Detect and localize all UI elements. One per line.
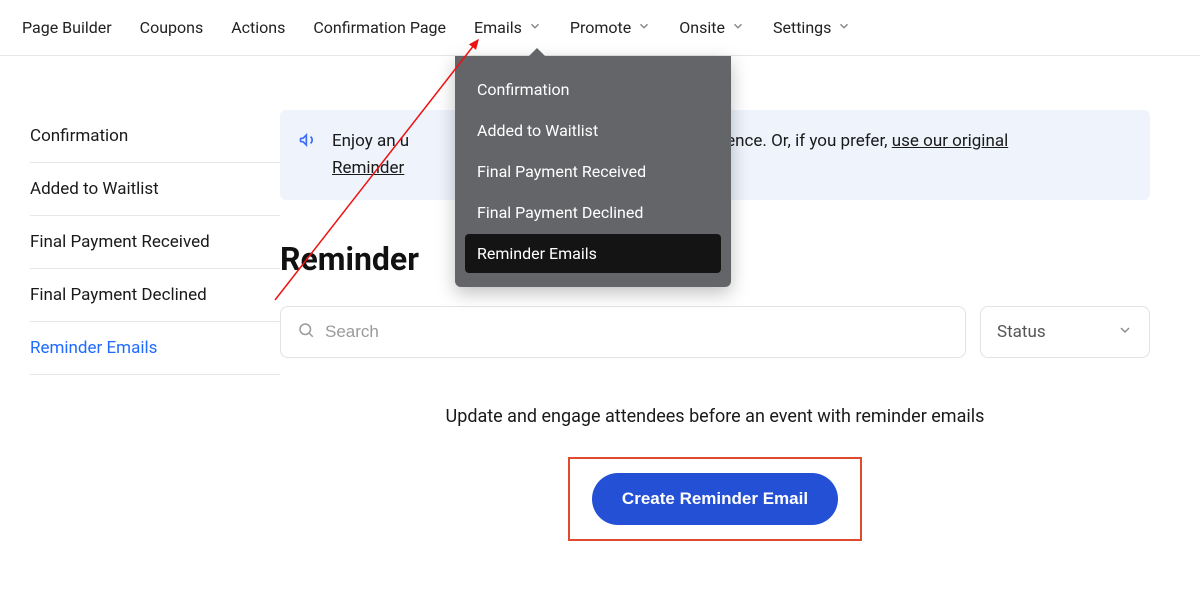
sidebar-item-final-payment-received[interactable]: Final Payment Received bbox=[30, 216, 280, 269]
sidebar-item-label: Reminder Emails bbox=[30, 338, 157, 358]
search-input[interactable] bbox=[325, 322, 949, 342]
chevron-down-icon bbox=[528, 18, 542, 37]
dropdown-item-label: Reminder Emails bbox=[477, 244, 597, 263]
top-nav: Page Builder Coupons Actions Confirmatio… bbox=[0, 0, 1200, 56]
banner-second-line[interactable]: Reminder bbox=[332, 158, 404, 178]
main-content: Enjoy an uxperience. Or, if you prefer, … bbox=[280, 110, 1200, 541]
create-reminder-email-button[interactable]: Create Reminder Email bbox=[592, 473, 838, 525]
nav-onsite[interactable]: Onsite bbox=[665, 0, 759, 56]
nav-settings[interactable]: Settings bbox=[759, 0, 865, 56]
sidebar-item-label: Final Payment Declined bbox=[30, 285, 207, 305]
nav-page-builder[interactable]: Page Builder bbox=[8, 0, 126, 56]
dropdown-item-label: Final Payment Received bbox=[477, 162, 646, 181]
nav-label: Page Builder bbox=[22, 18, 112, 37]
chevron-down-icon bbox=[1117, 322, 1133, 343]
sidebar-item-confirmation[interactable]: Confirmation bbox=[30, 110, 280, 163]
sidebar-item-label: Added to Waitlist bbox=[30, 179, 159, 199]
search-icon bbox=[297, 321, 315, 343]
sidebar-item-added-to-waitlist[interactable]: Added to Waitlist bbox=[30, 163, 280, 216]
dropdown-item-label: Final Payment Declined bbox=[477, 203, 643, 222]
empty-state: Update and engage attendees before an ev… bbox=[280, 406, 1150, 541]
nav-promote[interactable]: Promote bbox=[556, 0, 665, 56]
sidebar: Confirmation Added to Waitlist Final Pay… bbox=[0, 110, 280, 541]
emails-dropdown: Confirmation Added to Waitlist Final Pay… bbox=[455, 56, 731, 287]
chevron-down-icon bbox=[637, 18, 651, 37]
dropdown-item-final-payment-received[interactable]: Final Payment Received bbox=[465, 152, 721, 191]
cta-label: Create Reminder Email bbox=[622, 489, 808, 509]
banner-link[interactable]: use our original bbox=[892, 131, 1008, 151]
chevron-down-icon bbox=[837, 18, 851, 37]
dropdown-item-label: Added to Waitlist bbox=[477, 121, 598, 140]
toolbar: Status bbox=[280, 306, 1150, 358]
nav-label: Actions bbox=[231, 18, 285, 37]
search-field-wrap[interactable] bbox=[280, 306, 966, 358]
sidebar-item-final-payment-declined[interactable]: Final Payment Declined bbox=[30, 269, 280, 322]
dropdown-item-final-payment-declined[interactable]: Final Payment Declined bbox=[465, 193, 721, 232]
nav-confirmation-page[interactable]: Confirmation Page bbox=[299, 0, 460, 56]
nav-label: Promote bbox=[570, 18, 631, 37]
nav-label: Onsite bbox=[679, 18, 725, 37]
dropdown-item-label: Confirmation bbox=[477, 80, 569, 99]
empty-state-message: Update and engage attendees before an ev… bbox=[280, 406, 1150, 427]
cta-highlight-box: Create Reminder Email bbox=[568, 457, 862, 541]
dropdown-item-reminder-emails[interactable]: Reminder Emails bbox=[465, 234, 721, 273]
nav-label: Settings bbox=[773, 18, 831, 37]
megaphone-icon bbox=[298, 130, 318, 154]
nav-label: Emails bbox=[474, 18, 522, 37]
nav-coupons[interactable]: Coupons bbox=[126, 0, 218, 56]
dropdown-item-confirmation[interactable]: Confirmation bbox=[465, 70, 721, 109]
sidebar-item-label: Confirmation bbox=[30, 126, 128, 146]
sidebar-item-reminder-emails[interactable]: Reminder Emails bbox=[30, 322, 280, 375]
banner-prefix: Enjoy an u bbox=[332, 131, 409, 151]
status-select[interactable]: Status bbox=[980, 306, 1150, 358]
dropdown-item-added-to-waitlist[interactable]: Added to Waitlist bbox=[465, 111, 721, 150]
status-label: Status bbox=[997, 322, 1046, 342]
sidebar-item-label: Final Payment Received bbox=[30, 232, 210, 252]
nav-label: Confirmation Page bbox=[313, 18, 446, 37]
nav-label: Coupons bbox=[140, 18, 204, 37]
nav-actions[interactable]: Actions bbox=[217, 0, 299, 56]
chevron-down-icon bbox=[731, 18, 745, 37]
